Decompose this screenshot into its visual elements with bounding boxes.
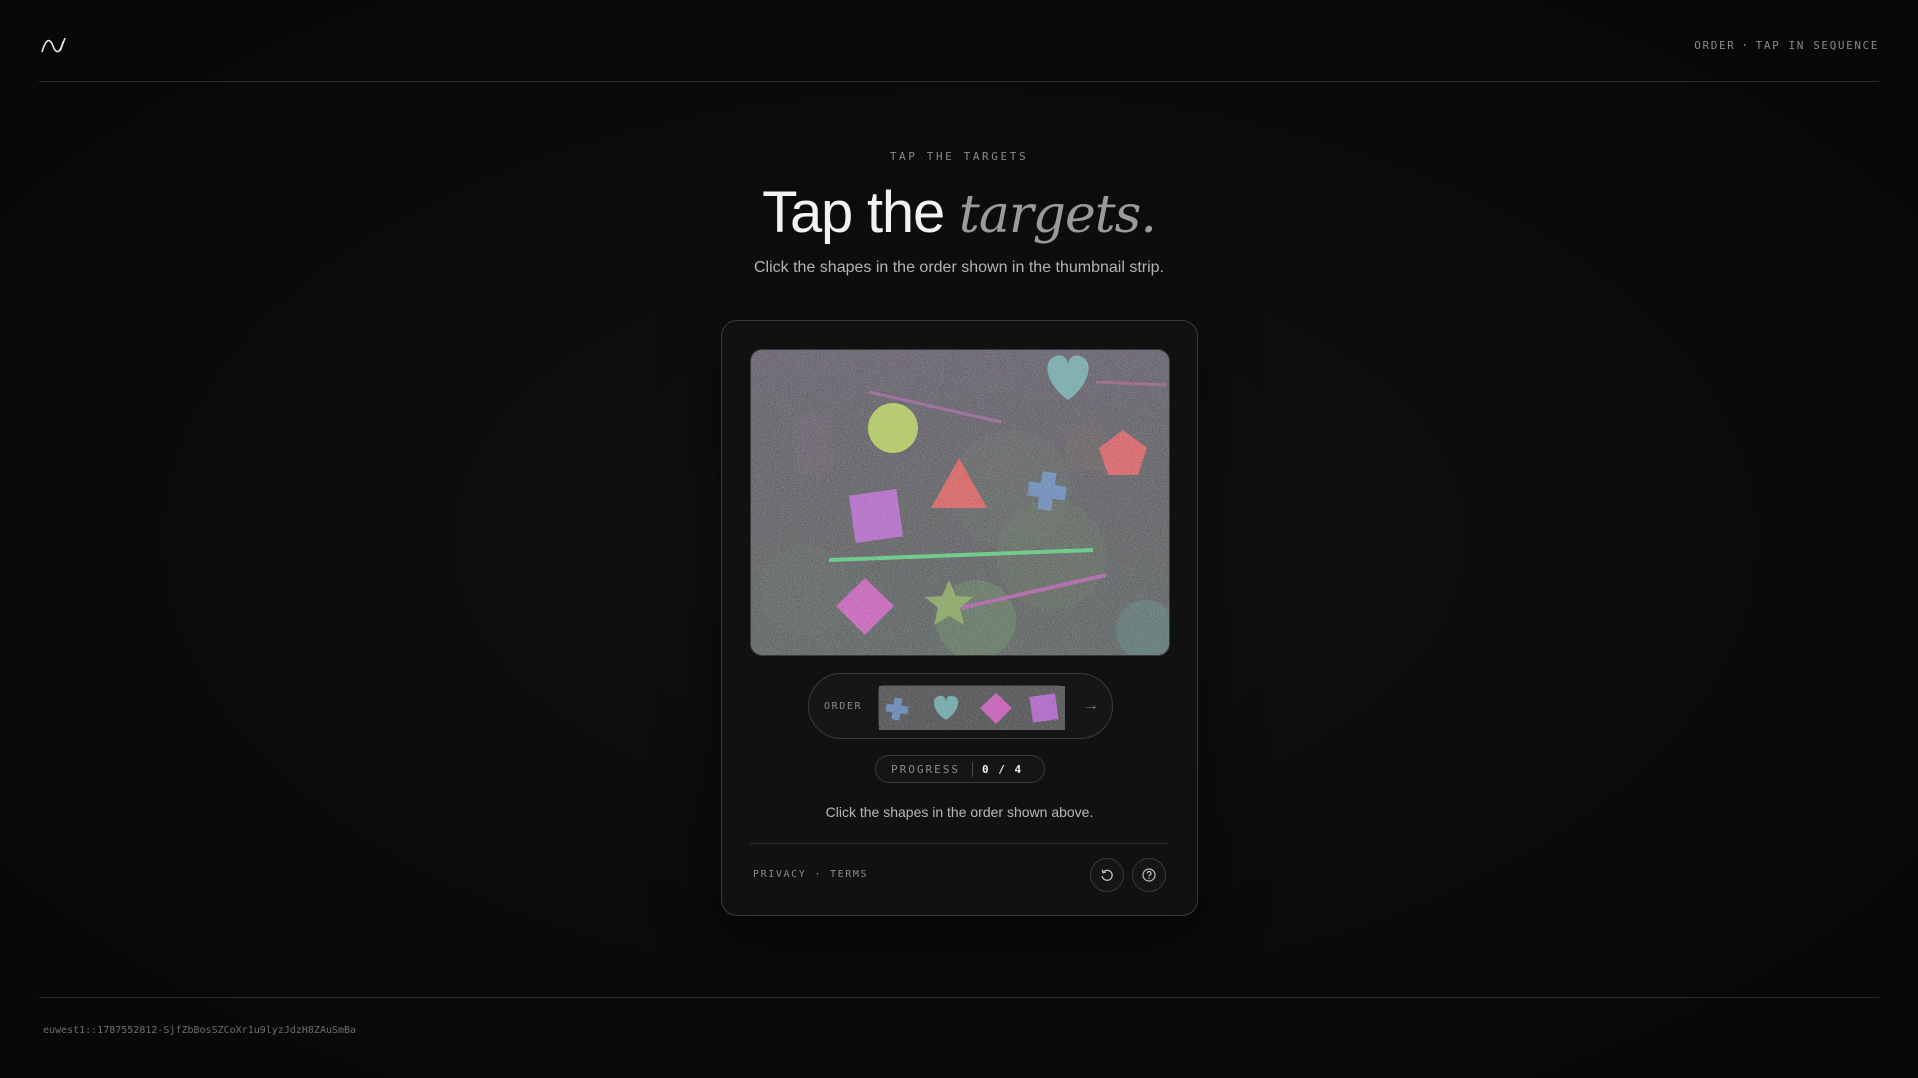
canvas-circle-shape[interactable]: [868, 403, 918, 453]
mode-label: ORDER: [1694, 39, 1736, 52]
order-thumbnails-svg: [879, 686, 1065, 730]
challenge-canvas[interactable]: [750, 349, 1170, 656]
arrow-right-icon[interactable]: →: [1079, 694, 1103, 718]
privacy-link[interactable]: PRIVACY: [753, 869, 806, 880]
progress-value: 0 / 4: [982, 763, 1023, 776]
card-divider: [750, 843, 1169, 844]
progress-indicator: PROGRESS 0 / 4: [875, 755, 1045, 783]
order-thumbnails: [878, 685, 1065, 730]
order-thumb-square: [1029, 693, 1059, 723]
mode-indicator: ORDER · TAP IN SEQUENCE: [1694, 39, 1879, 52]
help-button[interactable]: [1132, 858, 1166, 892]
instruction-hint: Click the shapes in the order shown abov…: [825, 804, 1094, 820]
shape-canvas-svg[interactable]: [751, 350, 1170, 656]
top-bar: ORDER · TAP IN SEQUENCE: [39, 0, 1879, 82]
terms-link[interactable]: TERMS: [830, 869, 868, 880]
challenge-card: ORDER → PROGRESS 0 / 4 Click the shapes …: [721, 320, 1198, 916]
help-icon: [1142, 868, 1156, 882]
order-label: ORDER: [824, 701, 863, 712]
reload-button[interactable]: [1090, 858, 1124, 892]
canvas-square-shape[interactable]: [848, 488, 904, 544]
legal-links: PRIVACY · TERMS: [753, 869, 868, 880]
mode-detail: TAP IN SEQUENCE: [1755, 39, 1879, 52]
mode-separator: ·: [1741, 39, 1750, 52]
progress-label: PROGRESS: [891, 763, 960, 776]
progress-divider: [972, 762, 973, 777]
links-separator: ·: [814, 869, 822, 880]
eyebrow-label: TAP THE TARGETS: [889, 150, 1029, 163]
title-plain: Tap the: [762, 180, 959, 245]
page-subtitle: Click the shapes in the order shown in t…: [754, 259, 1164, 276]
waveform-logo-icon: [41, 37, 66, 53]
order-strip: ORDER →: [808, 673, 1113, 739]
session-id: euwest1::1787552812-SjfZbBosSZCoXr1u9lyz…: [43, 1025, 357, 1036]
reload-icon: [1101, 869, 1113, 881]
title-emphasis: targets.: [958, 185, 1157, 245]
footer-divider: [39, 997, 1879, 998]
page-title: Tap the targets.: [0, 178, 1918, 250]
